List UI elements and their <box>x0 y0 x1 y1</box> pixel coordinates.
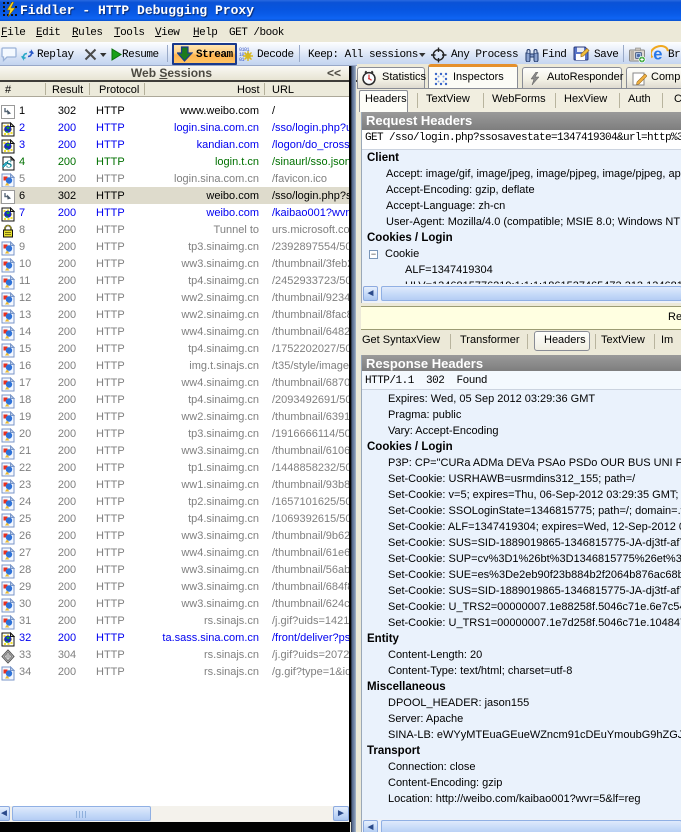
svg-text:S: S <box>6 159 12 171</box>
svg-text:01: 01 <box>239 57 245 62</box>
